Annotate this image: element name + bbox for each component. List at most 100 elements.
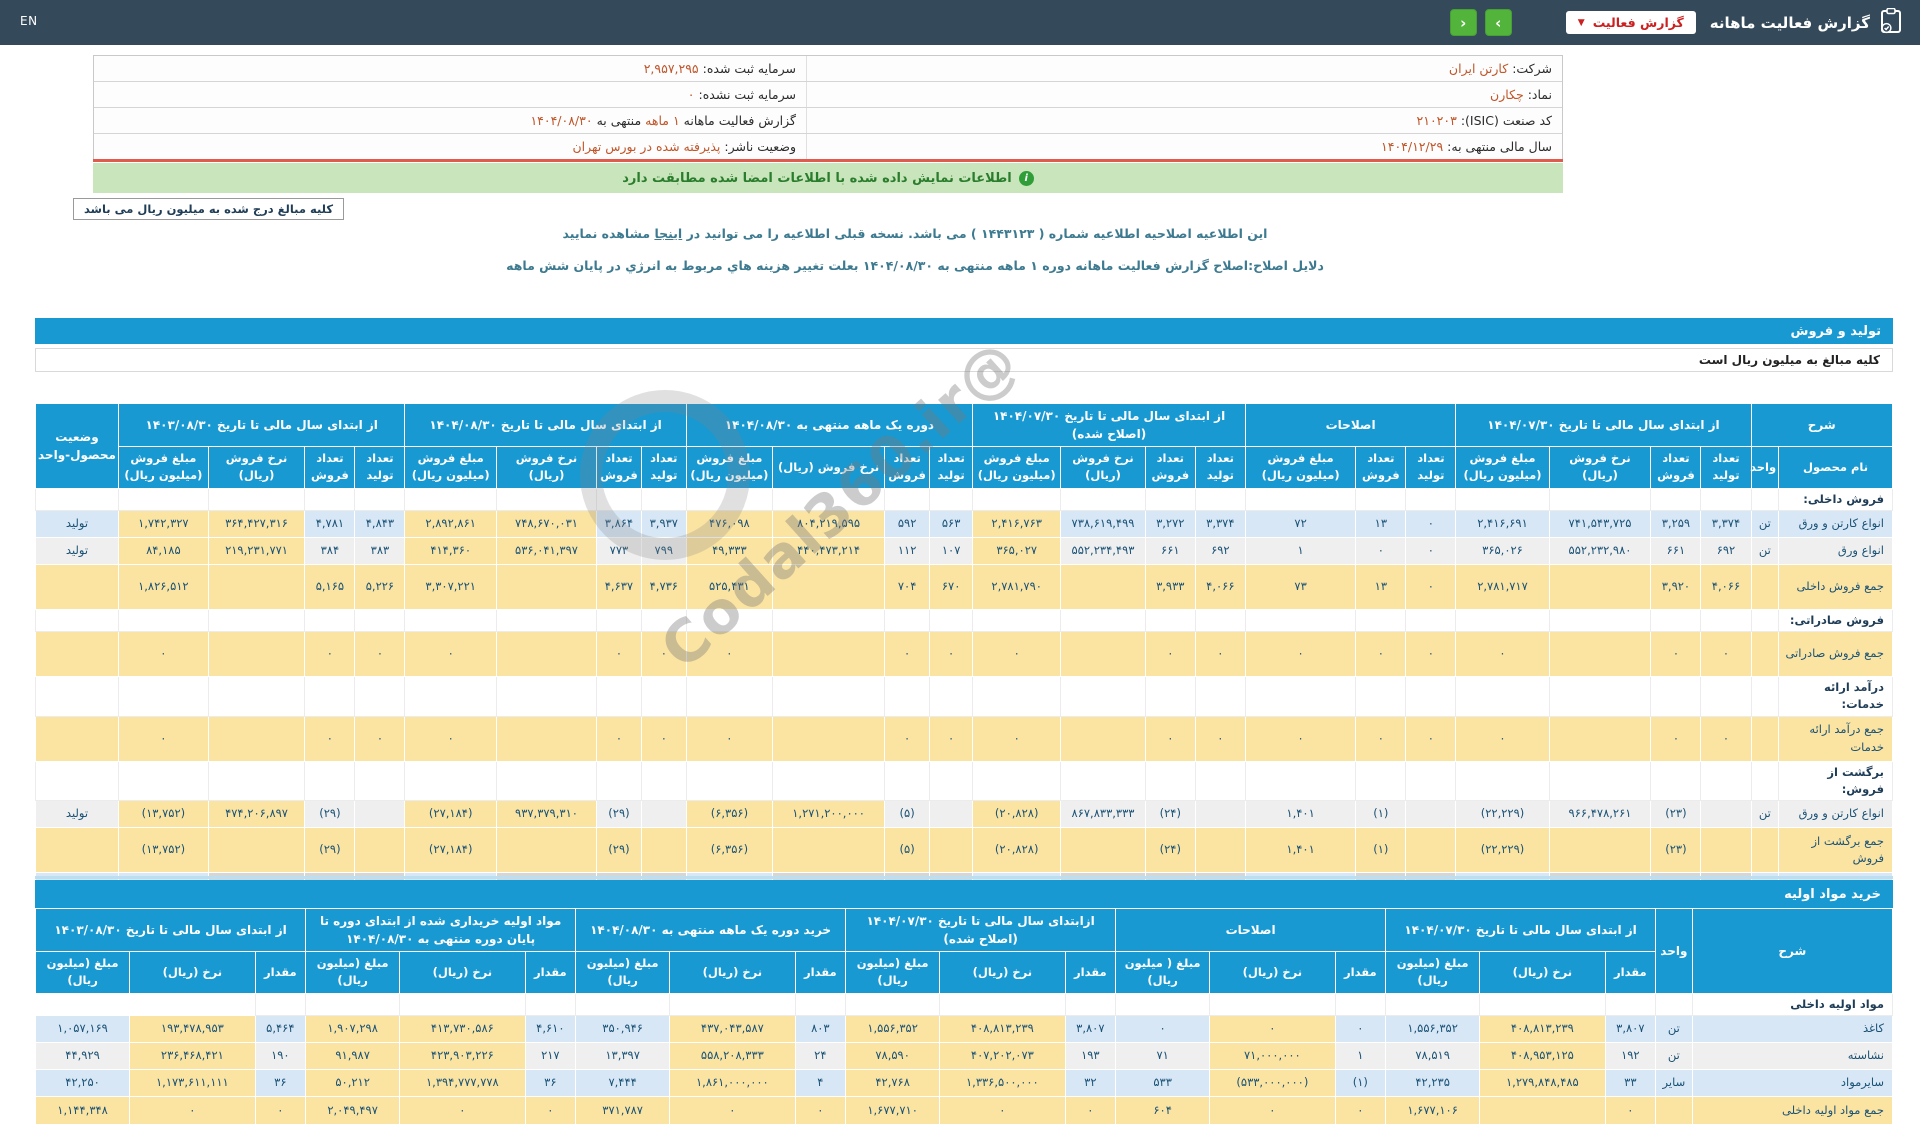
table-cell: (۶,۳۵۶): [685, 800, 774, 828]
table-cell: ۳۶۴,۴۲۷,۳۱۶: [207, 509, 306, 538]
table-cell: ۲,۴۱۶,۶۹۱: [1455, 509, 1550, 538]
table-cell: ۴۷۴,۲۰۶,۸۹۷: [207, 800, 306, 828]
table-cell: ۴,۰۶۶: [1700, 563, 1752, 610]
table-cell: [1355, 608, 1407, 633]
table-cell: [972, 676, 1062, 717]
table-cell: درآمد ارائه خدمات:: [1778, 676, 1893, 717]
table-cell: [772, 827, 886, 873]
table-row: درآمد ارائه خدمات:: [35, 676, 1893, 717]
table-cell: ۴۹,۳۳۳: [685, 536, 774, 565]
table-cell: ۰: [1334, 1095, 1387, 1125]
language-switch-en[interactable]: EN: [20, 14, 38, 28]
table-cell: [884, 608, 931, 633]
table-cell: [1548, 631, 1652, 677]
table-cell: [1060, 487, 1146, 511]
table-cell: ۰: [794, 1095, 847, 1125]
table-row: جمع درآمد ارائه خدمات ۰ ۰ ۰ ۰ ۰ ۰ ۰ ۰ ۰ ۰ ۰ ۰ ۰ ۰ ۰ ۰ ۰ ۰: [35, 715, 1893, 762]
table-cell: [35, 631, 119, 677]
table-cell: ۰: [939, 1095, 1066, 1125]
table-row: سایرمواد سایر ۳۳ ۱,۲۷۹,۸۴۸,۴۸۵ ۴۲,۲۳۵ (۱) (۵۳۳…: [34, 1068, 1894, 1097]
previous-version-link[interactable]: اینجا: [654, 226, 682, 241]
table-cell: [1750, 608, 1780, 633]
table-cell: [1355, 676, 1407, 717]
table-cell: [207, 676, 306, 717]
table-cell: [1750, 827, 1780, 873]
column-group-header: شرح: [1691, 908, 1894, 994]
table-cell: [1479, 1095, 1606, 1125]
info-value: چکارن: [1490, 87, 1524, 102]
table-cell: ۱۳,۳۹۷: [575, 1041, 671, 1070]
amendment-note-line2: دلایل اصلاح:اصلاح گزارش فعالیت ماهانه دو…: [506, 258, 1324, 273]
table-cell: [1244, 487, 1357, 511]
table-cell: ۰: [1650, 631, 1702, 677]
table-cell: تولید: [35, 800, 119, 828]
table-cell: ۷۷۳: [596, 536, 642, 565]
table-cell: [117, 760, 209, 801]
column-header: مقدار: [794, 951, 847, 994]
table-cell: [1334, 992, 1387, 1016]
table-cell: ۱,۰۵۷,۱۶۹: [34, 1014, 131, 1043]
table-cell: [1405, 827, 1457, 873]
table-cell: تولید: [35, 509, 119, 538]
table-cell: ۱,۴۰۱: [1244, 827, 1357, 873]
table-cell: [1700, 676, 1752, 717]
table-cell: ۳,۸۶۴: [596, 509, 642, 538]
table-cell: ۴۴,۹۲۹: [34, 1041, 131, 1070]
table-cell: [495, 487, 598, 511]
table-cell: [495, 760, 598, 801]
column-header: مبلغ (میلیون ریال): [305, 951, 401, 994]
table-cell: ۱,۵۵۶,۳۵۲: [1385, 1014, 1481, 1043]
previous-report-button[interactable]: ‹: [1449, 9, 1477, 36]
table-cell: ۳۷۱,۷۸۷: [575, 1095, 671, 1125]
table-cell: [1548, 487, 1652, 511]
table-cell: ۱: [1244, 536, 1357, 565]
column-group-header: واحد: [1655, 908, 1693, 994]
table-cell: (۲۰,۸۲۸): [972, 827, 1062, 873]
column-header: تعداد فروش: [304, 446, 356, 489]
table-cell: جمع مواد اولیه داخلی: [1691, 1095, 1894, 1125]
table-cell: [1700, 800, 1752, 828]
column-header: مبلغ (میلیون ریال): [575, 951, 671, 994]
table-cell: ۲۱۹,۲۳۱,۷۷۱: [207, 536, 306, 565]
table-cell: ۴۰۷,۲۰۲,۰۷۳: [939, 1041, 1066, 1070]
table-cell: ۰: [1700, 631, 1752, 677]
table-cell: [884, 760, 931, 801]
table-cell: ۱: [1334, 1041, 1387, 1070]
table-cell: [1655, 992, 1693, 1016]
table-cell: جمع برگشت از فروش: [1778, 827, 1893, 873]
column-group-header: اصلاحات: [1244, 403, 1457, 447]
info-table-red-divider: [93, 159, 1563, 162]
table-cell: ۱,۱۷۳,۶۱۱,۱۱۱: [129, 1068, 256, 1097]
table-cell: ۳۲: [1064, 1068, 1117, 1097]
table-cell: ۰: [929, 631, 974, 677]
column-group-header: ازابتدای سال مالی تا تاریخ ۱۴۰۴/۰۷/۳۰ (ا…: [845, 908, 1117, 952]
table-cell: ۰: [304, 631, 356, 677]
table-cell: ۰: [129, 1095, 256, 1125]
table-cell: ۴,۶۱۰: [524, 1014, 577, 1043]
column-header: نرخ فروش (ریال): [207, 446, 306, 489]
column-header: مقدار: [1604, 951, 1657, 994]
report-type-dropdown[interactable]: گزارش فعالیت ▼: [1565, 11, 1696, 34]
table-cell: ۰: [1115, 1014, 1211, 1043]
table-cell: [685, 608, 774, 633]
table-cell: [772, 676, 886, 717]
table-cell: ۷۱: [1115, 1041, 1211, 1070]
table-cell: کاغذ: [1691, 1014, 1894, 1043]
table-cell: [304, 608, 356, 633]
table-cell: برگشت از فروش:: [1778, 760, 1893, 801]
table-cell: ۴۲,۷۶۸: [845, 1068, 941, 1097]
table-cell: ۷۰۴: [884, 563, 931, 610]
next-report-button[interactable]: ›: [1484, 9, 1512, 36]
table-cell: ۰: [884, 715, 931, 762]
table-cell: [772, 563, 886, 610]
table-cell: ۲,۷۸۱,۷۱۷: [1455, 563, 1550, 610]
page-title: گزارش فعالیت ماهانه: [1709, 13, 1870, 32]
table-cell: ۱,۳۳۶,۵۰۰,۰۰۰: [939, 1068, 1066, 1097]
table-cell: ۰: [640, 715, 687, 762]
table-cell: ۰: [596, 631, 642, 677]
table-cell: ۰: [685, 631, 774, 677]
table-cell: [1405, 760, 1457, 801]
column-header: مبلغ (میلیون ریال): [34, 951, 131, 994]
table-cell: ۴۷۶,۰۹۸: [685, 509, 774, 538]
table-cell: [772, 631, 886, 677]
